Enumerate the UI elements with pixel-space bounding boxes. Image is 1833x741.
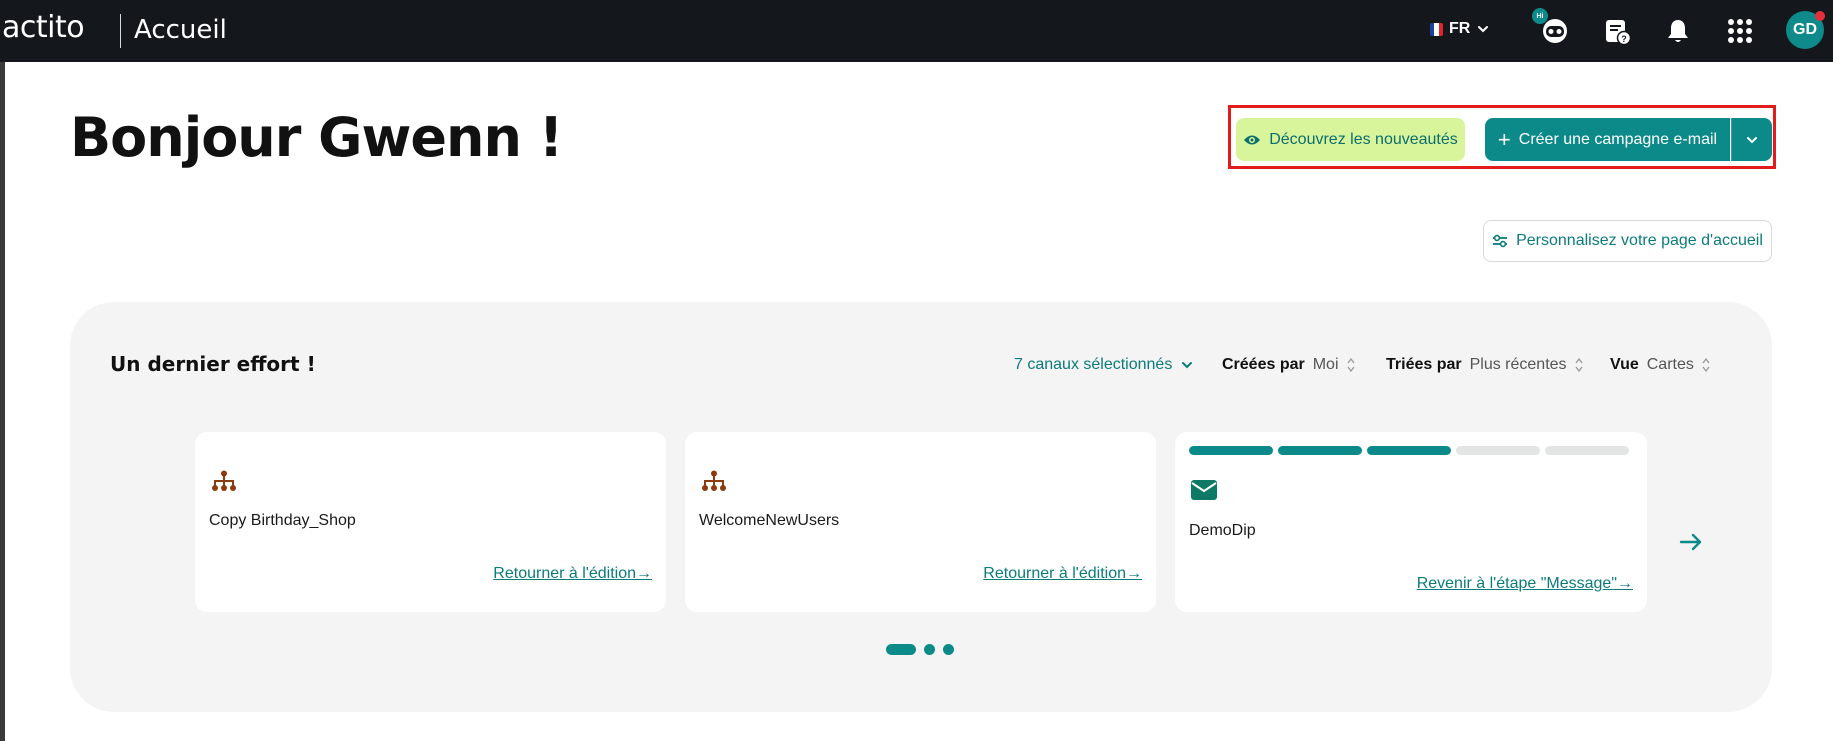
help-button[interactable]: ? <box>1600 14 1634 48</box>
hi-badge: Hi <box>1532 8 1548 24</box>
email-icon <box>1191 480 1217 500</box>
sort-icon <box>1346 358 1355 372</box>
progress-step-complete <box>1189 446 1273 455</box>
created-by-label: Créées par <box>1222 356 1305 373</box>
sorted-by-label: Triées par <box>1386 356 1462 373</box>
chevron-down-icon <box>1182 362 1193 369</box>
carousel-pagination <box>886 644 954 655</box>
carousel-dot[interactable] <box>886 644 916 655</box>
page-title: Accueil <box>134 15 227 45</box>
sort-icon <box>1702 358 1710 372</box>
assistant-bot-button[interactable]: Hi <box>1532 8 1572 48</box>
carousel-dot[interactable] <box>943 644 954 655</box>
sorted-by-filter[interactable]: Triées par Plus récentes <box>1386 356 1583 374</box>
step-progress <box>1189 446 1629 455</box>
notifications-button[interactable] <box>1661 14 1695 48</box>
sort-icon <box>1575 358 1583 372</box>
personalize-homepage-label: Personnalisez votre page d'accueil <box>1516 232 1763 249</box>
last-effort-panel: Un dernier effort ! 7 canaux sélectionné… <box>70 302 1772 712</box>
language-code: FR <box>1449 20 1471 37</box>
panel-title: Un dernier effort ! <box>110 352 316 376</box>
top-bar: actito Accueil FR Hi ? GD <box>0 0 1833 62</box>
sorted-by-value: Plus récentes <box>1469 356 1567 373</box>
svg-text:?: ? <box>1621 34 1627 44</box>
return-to-message-step-link[interactable]: Revenir à l'étape "Message"→ <box>1417 575 1633 593</box>
chevron-down-icon <box>1747 136 1757 143</box>
france-flag-icon <box>1430 22 1443 36</box>
avatar-initials: GD <box>1793 21 1817 38</box>
language-selector[interactable]: FR <box>1430 20 1490 38</box>
progress-step-complete <box>1367 446 1451 455</box>
campaign-name: DemoDip <box>1189 522 1256 539</box>
create-email-campaign-label: Créer une campagne e-mail <box>1518 130 1718 148</box>
progress-step-complete <box>1278 446 1362 455</box>
discover-news-button[interactable]: Découvrez les nouveautés <box>1236 118 1465 161</box>
return-to-edit-link[interactable]: Retourner à l'édition→ <box>983 565 1142 583</box>
view-filter[interactable]: Vue Cartes <box>1610 356 1710 374</box>
progress-step-pending <box>1545 446 1629 455</box>
campaign-card[interactable]: WelcomeNewUsers Retourner à l'édition→ <box>685 432 1156 612</box>
discover-news-label: Découvrez les nouveautés <box>1269 130 1458 148</box>
bell-icon <box>1668 20 1688 42</box>
created-by-filter[interactable]: Créées par Moi <box>1222 356 1355 374</box>
workflow-icon <box>212 470 236 491</box>
campaign-card[interactable]: DemoDip Revenir à l'étape "Message"→ <box>1175 432 1647 612</box>
campaign-card[interactable]: Copy Birthday_Shop Retourner à l'édition… <box>195 432 666 612</box>
workflow-icon <box>702 470 726 491</box>
apps-grid-icon <box>1728 19 1752 43</box>
sliders-icon <box>1493 234 1508 248</box>
left-edge-bar <box>0 62 5 741</box>
actito-logo[interactable]: actito <box>2 10 85 45</box>
campaign-name: Copy Birthday_Shop <box>209 512 356 529</box>
greeting-heading: Bonjour Gwenn ! <box>70 106 563 169</box>
user-avatar[interactable]: GD <box>1786 11 1825 49</box>
channels-filter-label: 7 canaux sélectionnés <box>1014 356 1173 373</box>
notification-dot <box>1815 11 1825 21</box>
created-by-value: Moi <box>1312 356 1339 373</box>
carousel-dot[interactable] <box>924 644 935 655</box>
view-value: Cartes <box>1646 356 1694 373</box>
chevron-down-icon <box>1478 26 1489 33</box>
apps-menu-button[interactable] <box>1723 14 1757 48</box>
view-label: Vue <box>1610 356 1639 373</box>
help-document-icon: ? <box>1606 20 1632 46</box>
logo-divider <box>120 14 121 48</box>
next-arrow-icon[interactable] <box>1678 530 1704 554</box>
plus-icon: + <box>1497 126 1511 152</box>
eye-icon <box>1244 135 1261 144</box>
create-email-campaign-button[interactable]: + Créer une campagne e-mail <box>1485 118 1730 161</box>
personalize-homepage-button[interactable]: Personnalisez votre page d'accueil <box>1483 220 1772 262</box>
progress-step-pending <box>1456 446 1540 455</box>
return-to-edit-link[interactable]: Retourner à l'édition→ <box>493 565 652 583</box>
channels-filter[interactable]: 7 canaux sélectionnés <box>1014 356 1194 374</box>
campaign-name: WelcomeNewUsers <box>699 512 840 529</box>
create-options-dropdown-button[interactable] <box>1731 118 1772 161</box>
